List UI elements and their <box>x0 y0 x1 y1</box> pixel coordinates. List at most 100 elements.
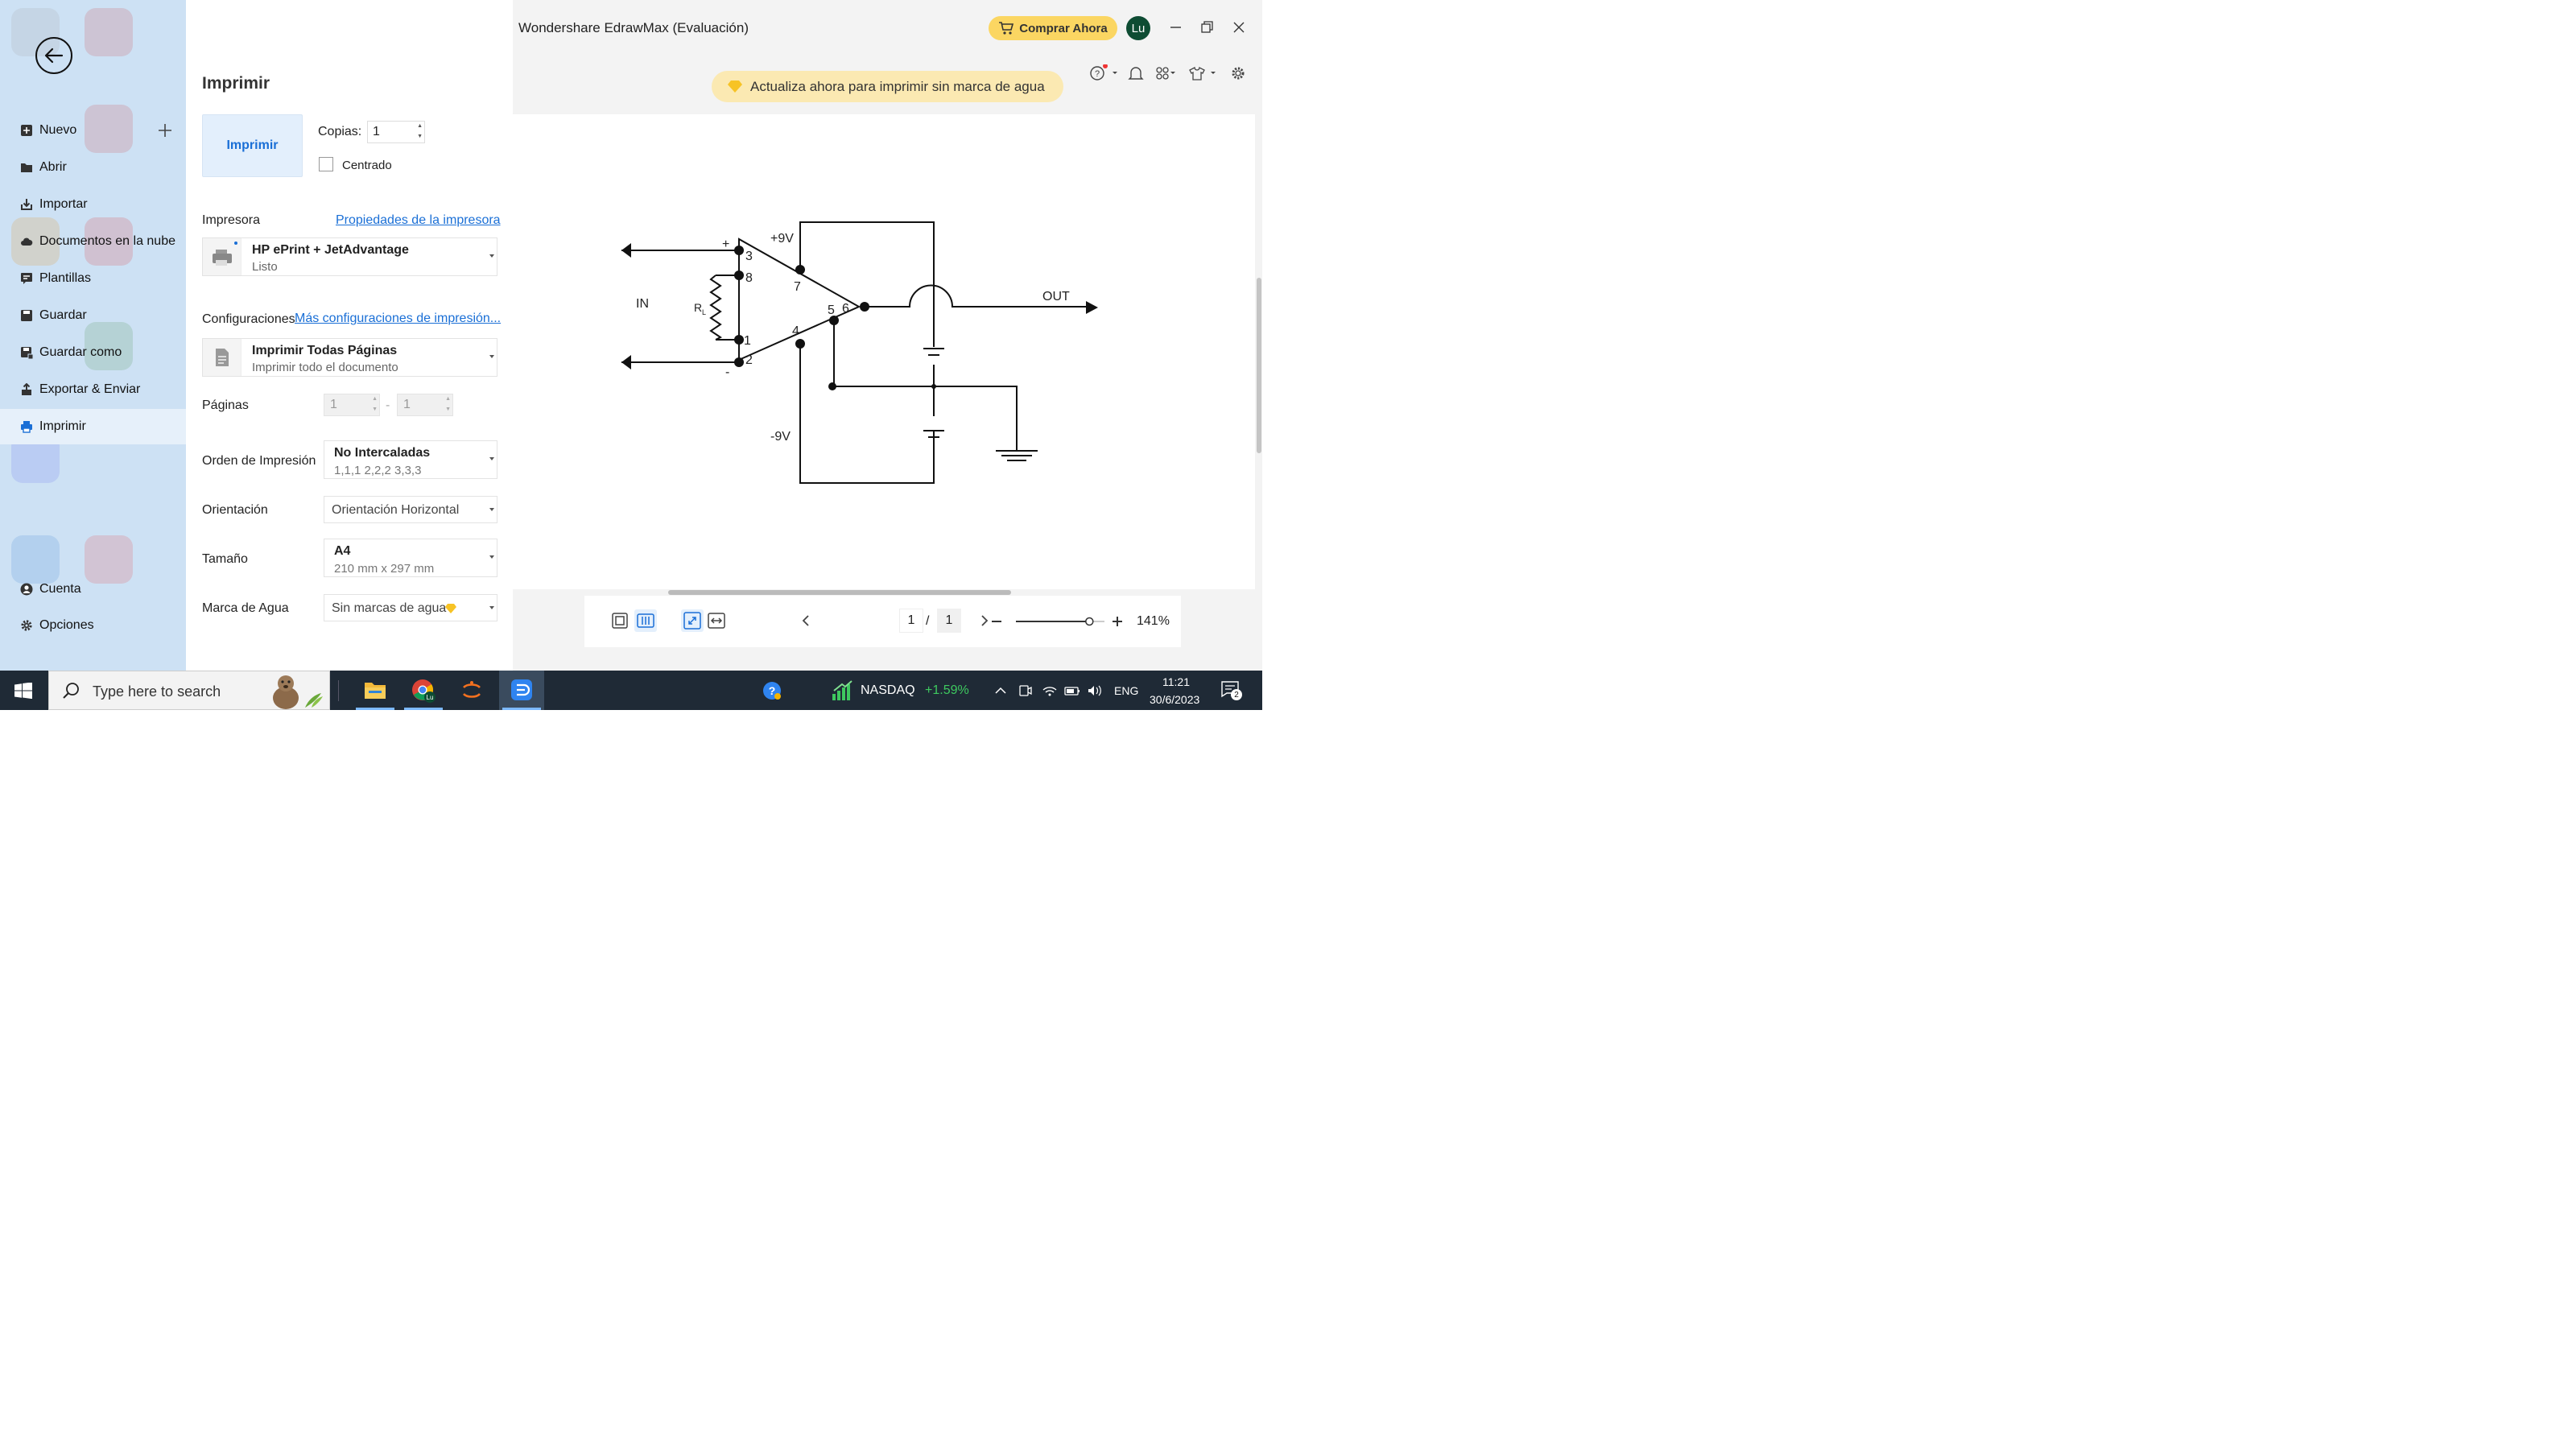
sidebar-item-label: Plantillas <box>39 271 92 285</box>
multi-page-view-icon[interactable] <box>634 609 657 632</box>
watermark-select[interactable]: Sin marcas de agua <box>324 594 497 621</box>
taskbar-app-chrome[interactable]: Lu <box>401 671 446 710</box>
print-range-select[interactable]: Imprimir Todas Páginas Imprimir todo el … <box>202 338 497 377</box>
print-order-select[interactable]: No Intercaladas 1,1,1 2,2,2 3,3,3 <box>324 440 497 479</box>
pin-1: 1 <box>744 334 751 348</box>
sidebar-item-nuevo[interactable]: Nuevo <box>0 113 186 148</box>
apps-grid-icon[interactable] <box>1156 67 1175 80</box>
spin-up-icon: ▲ <box>445 396 451 402</box>
shirt-icon[interactable] <box>1189 66 1216 80</box>
restore-icon[interactable] <box>1201 21 1213 33</box>
volume-icon[interactable] <box>1088 685 1101 696</box>
sidebar-item-exportar[interactable]: Exportar & Enviar <box>0 372 186 407</box>
bell-icon[interactable] <box>1128 67 1144 80</box>
taskbar-app-orange[interactable] <box>449 671 494 710</box>
node-dot <box>734 246 744 255</box>
sidebar-item-plantillas[interactable]: Plantillas <box>0 261 186 296</box>
sidebar-item-cuenta[interactable]: Cuenta <box>0 572 186 607</box>
spin-up-icon[interactable]: ▲ <box>417 123 423 129</box>
in-arrow-top <box>621 243 631 258</box>
node-dot <box>860 302 869 312</box>
cloud-icon <box>21 237 33 246</box>
rl-resistor <box>709 275 739 341</box>
print-button[interactable]: Imprimir <box>202 114 303 177</box>
page-current-input[interactable]: 1 <box>899 609 923 633</box>
sidebar-item-documentos-nube[interactable]: Documentos en la nube <box>0 224 186 259</box>
active-indicator <box>404 708 443 710</box>
fit-width-icon[interactable] <box>707 611 726 630</box>
taskbar-app-edrawmax[interactable] <box>499 671 544 710</box>
language-indicator[interactable]: ENG <box>1114 684 1138 697</box>
spin-down-icon: ▼ <box>372 407 378 412</box>
print-range-desc: Imprimir todo el documento <box>252 361 398 374</box>
clock-time[interactable]: 11:21 <box>1162 675 1190 688</box>
help-icon[interactable]: ? <box>1090 64 1117 80</box>
horizontal-scrollbar[interactable] <box>668 590 1011 595</box>
chevron-down-icon <box>489 457 494 460</box>
avatar[interactable]: Lu <box>1126 16 1150 40</box>
upgrade-banner[interactable]: Actualiza ahora para imprimir sin marca … <box>712 71 1063 102</box>
ground-symbol <box>996 450 1038 461</box>
printer-select[interactable]: HP ePrint + JetAdvantage Listo <box>202 237 497 276</box>
more-config-link[interactable]: Más configuraciones de impresión... <box>295 312 501 326</box>
chrome-profile-badge: Lu <box>427 694 434 701</box>
sidebar-item-guardar[interactable]: Guardar <box>0 298 186 333</box>
node-dot <box>931 384 936 389</box>
close-icon[interactable] <box>1233 22 1245 33</box>
orientation-select[interactable]: Orientación Horizontal <box>324 496 497 523</box>
pages-to-value: 1 <box>403 398 411 411</box>
gear-icon[interactable] <box>1232 67 1245 80</box>
fit-page-icon[interactable] <box>681 609 704 632</box>
taskbar-divider <box>338 680 339 701</box>
sidebar-item-importar[interactable]: Importar <box>0 187 186 222</box>
printer-properties-link[interactable]: Propiedades de la impresora <box>336 213 501 228</box>
orientation-value: Orientación Horizontal <box>332 503 460 517</box>
sidebar-item-imprimir[interactable]: Imprimir <box>0 409 186 444</box>
centered-checkbox[interactable] <box>319 157 333 171</box>
node-dot <box>734 357 744 367</box>
label-minus: - <box>725 365 729 379</box>
pages-label: Páginas <box>202 398 249 412</box>
preview-area: Wondershare EdrawMax (Evaluación) Compra… <box>513 0 1262 671</box>
help-tray-icon[interactable]: ? <box>762 681 782 700</box>
clock-date[interactable]: 30/6/2023 <box>1150 693 1199 706</box>
taskbar-search[interactable]: Type here to search <box>48 671 330 710</box>
backstage-sidebar: Nuevo Abrir Importar Documentos en la nu… <box>0 0 186 671</box>
zoom-level[interactable]: 141% <box>1137 614 1170 629</box>
back-button[interactable] <box>35 37 72 74</box>
sidebar-item-label: Abrir <box>39 160 67 174</box>
sidebar-item-opciones[interactable]: Opciones <box>0 608 186 643</box>
label-in: IN <box>636 297 649 311</box>
chevron-up-icon[interactable] <box>995 687 1006 694</box>
meet-now-icon[interactable] <box>1019 685 1032 696</box>
printer-icon-box <box>203 238 242 275</box>
sidebar-item-guardar-como[interactable]: Guardar como <box>0 335 186 370</box>
zoom-controls <box>992 617 1122 626</box>
battery-icon[interactable] <box>1064 687 1080 696</box>
spin-down-icon[interactable]: ▼ <box>417 134 423 139</box>
chevron-down-icon <box>489 606 494 609</box>
sidebar-item-abrir[interactable]: Abrir <box>0 150 186 185</box>
cart-icon <box>999 22 1014 35</box>
vertical-scrollbar[interactable] <box>1257 278 1261 453</box>
copies-label: Copias: <box>318 125 362 138</box>
wifi-icon[interactable] <box>1042 687 1057 696</box>
chevron-down-icon <box>489 254 494 258</box>
stock-name[interactable]: NASDAQ <box>861 683 915 698</box>
buy-now-button[interactable]: Comprar Ahora <box>989 16 1117 40</box>
windows-start-icon[interactable] <box>14 683 32 699</box>
orange-app-icon <box>463 681 481 698</box>
copies-input[interactable]: 1 ▲ ▼ <box>367 121 425 143</box>
chevron-left-icon[interactable] <box>800 614 811 627</box>
print-settings-panel: Imprimir Imprimir Copias: 1 ▲ ▼ Centrado… <box>186 0 513 671</box>
sidebar-item-label: Imprimir <box>39 419 86 433</box>
printer-status: Listo <box>252 260 278 274</box>
paper-size-select[interactable]: A4 210 mm x 297 mm <box>324 539 497 577</box>
single-page-view-icon[interactable] <box>610 611 630 630</box>
beaver-illustration-icon <box>273 675 323 709</box>
header-toolbar-icons: ? <box>1090 64 1245 80</box>
zoom-slider-thumb[interactable] <box>1085 617 1094 626</box>
taskbar-app-explorer[interactable] <box>353 671 398 710</box>
config-label: Configuraciones <box>202 312 295 326</box>
zoom-in-icon[interactable] <box>1113 617 1122 626</box>
